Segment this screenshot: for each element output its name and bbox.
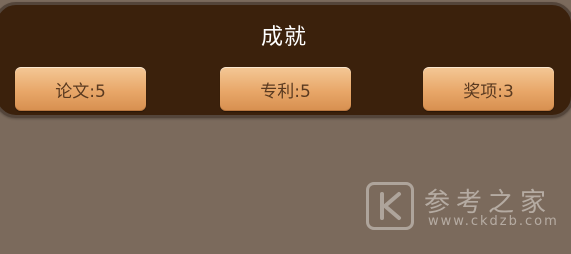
papers-button[interactable]: 论文:5 bbox=[15, 67, 146, 111]
k-logo-icon bbox=[366, 182, 414, 230]
watermark-url: www.ckdzb.com bbox=[428, 214, 559, 229]
patents-button[interactable]: 专利:5 bbox=[220, 67, 351, 111]
awards-button[interactable]: 奖项:3 bbox=[423, 67, 554, 111]
watermark: 参考之家 www.ckdzb.com bbox=[366, 182, 566, 234]
achievements-title: 成就 bbox=[260, 25, 307, 50]
achievements-panel: 成就 论文:5 专利:5 奖项:3 bbox=[0, 2, 571, 118]
